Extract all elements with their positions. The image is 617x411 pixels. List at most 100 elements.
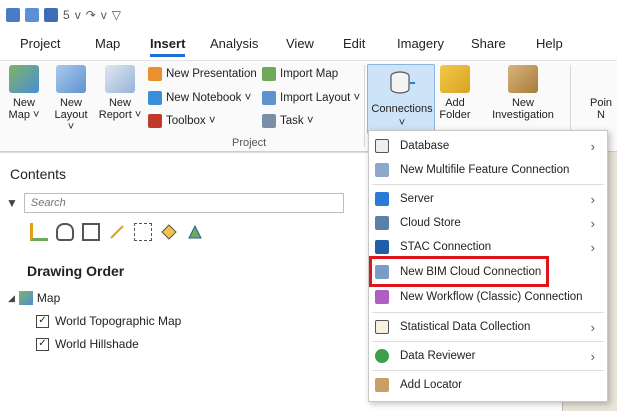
new-project-icon[interactable] [6,8,20,22]
import-layout-button[interactable]: Import Layout ˅ [262,91,360,105]
import-map-icon [262,67,276,81]
highlight-box [369,256,549,287]
edit-icon[interactable] [108,223,126,241]
menu-item-cloud-store[interactable]: Cloud Store › [369,212,607,234]
new-presentation-button[interactable]: New Presentation [148,67,257,81]
toolbox-label: Toolbox ˅ [166,115,216,127]
toolbox-button[interactable]: Toolbox ˅ [148,114,216,128]
chevron-down-icon: ˅ [398,117,406,129]
import-layout-label: Import Layout ˅ [280,92,361,104]
tab-edit[interactable]: Edit [343,36,365,51]
redo-icon[interactable]: ↷ [86,8,96,22]
menu-separator [372,312,604,313]
chevron-right-icon: › [590,348,595,364]
layout-icon [56,65,86,93]
stac-icon [375,240,389,254]
menu-item-label: Add Locator [400,379,463,391]
layer-item[interactable]: ✓ World Topographic Map [36,314,181,328]
redo-dropdown-icon[interactable]: v [101,8,107,22]
layer-item[interactable]: ✓ World Hillshade [36,337,139,351]
chevron-right-icon: › [590,138,595,154]
contents-pane: Contents ▼ Drawing Order ◢ Map ✓ World T… [0,152,370,411]
ribbon-separator [364,65,365,147]
new-map-button[interactable]: New Map ˅ [4,65,44,121]
connections-icon [386,69,416,97]
tab-analysis[interactable]: Analysis [210,36,258,51]
connections-label: Connections [371,103,433,115]
import-layout-icon [262,91,276,105]
import-map-label: Import Map [280,68,339,80]
menu-item-statistical[interactable]: Statistical Data Collection › [369,316,607,338]
menu-item-label: New Workflow (Classic) Connection [400,291,583,303]
menu-item-add-locator[interactable]: Add Locator [369,374,607,396]
layer-checkbox[interactable]: ✓ [36,337,49,351]
undo-dropdown-icon[interactable]: v [75,8,81,22]
view-icons-row [30,223,204,241]
menu-item-label: Cloud Store [400,217,461,229]
data-reviewer-icon [375,349,389,363]
import-map-button[interactable]: Import Map [262,67,338,81]
task-button[interactable]: Task ˅ [262,114,314,128]
tab-imagery[interactable]: Imagery [397,36,444,51]
point-partial-button[interactable]: Poin N [590,65,617,121]
chevron-right-icon: › [590,319,595,335]
save-project-icon[interactable] [44,8,58,22]
tab-project[interactable]: Project [20,36,60,51]
server-icon [375,192,389,206]
menu-item-stac[interactable]: STAC Connection › [369,236,607,258]
map-tree-node[interactable]: ◢ Map [8,291,60,305]
menu-item-label: Server [400,193,434,205]
labeling-icon[interactable] [160,223,178,241]
chart-icon[interactable] [186,223,204,241]
notebook-icon [148,91,162,105]
menu-separator [372,184,604,185]
menu-item-label: Data Reviewer [400,350,476,362]
drawing-order-heading: Drawing Order [27,263,125,279]
selection-icon[interactable] [82,223,100,241]
task-icon [262,114,276,128]
expand-arrow-icon[interactable]: ◢ [8,293,15,304]
presentation-icon [148,67,162,81]
snapping-icon[interactable] [134,223,152,241]
add-folder-button[interactable]: Add Folder [439,65,471,121]
new-report-label: New Report ˅ [98,97,142,121]
new-layout-button[interactable]: New Layout ˅ [50,65,92,133]
new-notebook-button[interactable]: New Notebook ˅ [148,91,251,105]
search-input[interactable] [23,193,344,213]
point-partial-label: Poin N [590,97,613,121]
tab-insert[interactable]: Insert [150,36,186,57]
quick-access-toolbar: 5 v ↷ v ▽ [6,4,121,26]
drawing-order-icon[interactable] [30,223,48,241]
map-icon [18,291,33,305]
menu-item-workflow[interactable]: New Workflow (Classic) Connection [369,286,607,308]
new-report-button[interactable]: New Report ˅ [98,65,142,121]
task-label: Task ˅ [280,115,314,127]
menu-item-data-reviewer[interactable]: Data Reviewer › [369,345,607,367]
map-icon [9,65,39,93]
customize-toolbar-icon[interactable]: ▽ [112,8,121,22]
menu-item-database[interactable]: Database › [369,135,607,157]
tab-share[interactable]: Share [471,36,506,51]
data-source-icon[interactable] [56,223,74,241]
new-presentation-label: New Presentation [166,68,257,80]
multifile-icon [375,163,389,177]
undo-icon[interactable]: 5 [63,8,70,22]
filter-icon[interactable]: ▼ [6,196,18,210]
open-project-icon[interactable] [25,8,39,22]
new-investigation-button[interactable]: New Investigation [486,65,560,121]
add-folder-label: Add Folder [439,97,471,121]
connections-button[interactable]: Connections ˅ [367,64,435,134]
new-investigation-label: New Investigation [492,97,554,121]
map-label: Map [36,291,61,305]
menu-item-multifile[interactable]: New Multifile Feature Connection [369,159,607,181]
layer-checkbox[interactable]: ✓ [36,314,49,328]
investigation-icon [508,65,538,93]
tab-map[interactable]: Map [95,36,120,51]
menu-item-label: Statistical Data Collection [400,321,531,333]
chevron-right-icon: › [590,215,595,231]
menu-item-server[interactable]: Server › [369,188,607,210]
tab-view[interactable]: View [286,36,314,51]
report-icon [105,65,135,93]
tab-help[interactable]: Help [536,36,563,51]
chevron-right-icon: › [590,239,595,255]
